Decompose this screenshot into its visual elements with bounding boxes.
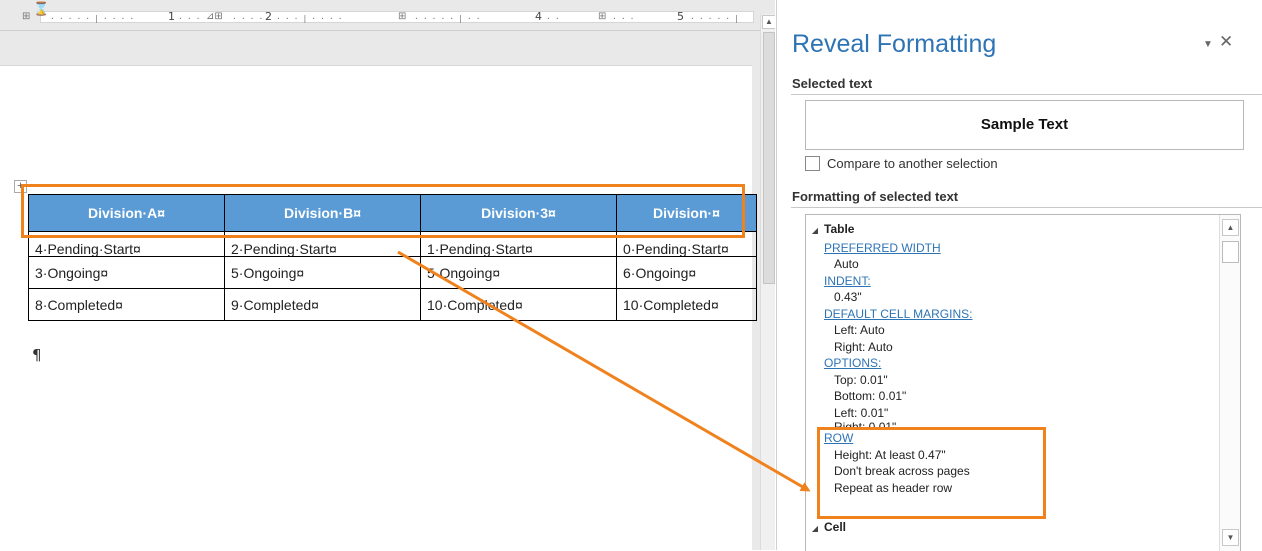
close-icon[interactable]: ✕ [1219,32,1233,52]
ruler-ticks: ···· [232,14,268,23]
table-cell[interactable]: 6·Ongoing¤ [616,256,757,289]
ruler-ticks: ·····|·· [414,14,485,23]
property-value: Top: 0.01" [834,372,888,387]
paragraph-mark: ¶ [32,346,42,364]
scroll-up-icon[interactable]: ▲ [1222,219,1239,236]
divider [791,94,1262,95]
ruler-ticks: ··· [612,14,639,23]
ruler-ticks: ·····|···· [50,14,139,23]
header-row-highlight [21,184,745,238]
table-cell[interactable]: 10·Completed¤ [420,288,617,321]
table-row[interactable]: 3·Ongoing¤ 5·Ongoing¤ 5·Ongoing¤ 6·Ongoi… [28,256,757,289]
compare-checkbox-label[interactable]: Compare to another selection [827,156,998,171]
collapse-triangle-icon[interactable]: ◢ [806,521,824,538]
horizontal-ruler[interactable]: ⊞ ⌛ ·····|···· 1 ··· ⊿⊞ ···· 2 ···|···· … [0,0,760,31]
ruler-number: 1 [168,10,175,23]
scroll-thumb[interactable] [1222,241,1239,263]
property-value: Left: Auto [834,323,885,337]
document-scrollbar[interactable]: ▲ [760,14,775,550]
column-marker-icon[interactable]: ⊞ [598,11,606,22]
ruler-ticks: ·· [546,14,564,23]
formatting-scrollbar[interactable]: ▲ ▼ [1219,215,1240,551]
pane-title: Reveal Formatting [792,30,997,58]
options-link[interactable]: OPTIONS: [824,356,881,370]
row-properties-highlight [817,427,1046,519]
property-value: Auto [834,257,859,271]
table-cell[interactable]: 10·Completed¤ [616,288,757,321]
ruler-ticks: ···|···· [276,14,347,23]
ruler-number: 2 [265,10,272,23]
section-label: Table [824,222,855,236]
column-marker-icon[interactable]: ⊞ [398,11,406,22]
compare-checkbox[interactable] [805,156,820,171]
table-cell[interactable]: 5·Ongoing¤ [420,256,617,289]
indent-marker-icon[interactable]: ⊿⊞ [206,11,223,22]
scroll-up-icon[interactable]: ▲ [762,15,775,29]
ruler-ticks: ·····| [690,14,743,23]
tab-stop-icon[interactable]: ⊞ [22,11,30,22]
property-value: Left: 0.01" [834,405,889,420]
dropdown-icon[interactable]: ▼ [1203,39,1213,50]
property-value: Right: Auto [834,339,893,354]
indent-marker-icon[interactable]: ⌛ [33,2,49,17]
default-cell-margins-link[interactable]: DEFAULT CELL MARGINS: [824,307,972,321]
scroll-down-icon[interactable]: ▼ [1222,529,1239,546]
preferred-width-link[interactable]: PREFERRED WIDTH [824,241,941,255]
table-cell[interactable]: 9·Completed¤ [224,288,421,321]
table-row[interactable]: 8·Completed¤ 9·Completed¤ 10·Completed¤ … [28,288,757,321]
ruler-number: 5 [677,10,684,23]
section-cell[interactable]: ◢ Cell [806,519,1214,538]
property-value: 0.43" [834,290,862,304]
sample-text-box[interactable]: Sample Text [805,100,1244,150]
section-label: Cell [824,520,847,534]
section-table[interactable]: ◢ Table [806,221,1214,240]
formatting-heading: Formatting of selected text [792,189,959,204]
table-cell[interactable]: 8·Completed¤ [28,288,225,321]
table-cell[interactable]: 3·Ongoing¤ [28,256,225,289]
selected-text-heading: Selected text [792,76,873,91]
ruler-track [40,11,754,23]
ruler-number: 4 [535,10,542,23]
scroll-thumb[interactable] [763,32,775,284]
document-area: ⊞ ⌛ ·····|···· 1 ··· ⊿⊞ ···· 2 ···|···· … [0,0,775,550]
collapse-triangle-icon[interactable]: ◢ [806,223,824,240]
indent-link[interactable]: INDENT: [824,274,871,288]
ruler-ticks: ··· [178,14,205,23]
divider [791,207,1262,208]
table-cell[interactable]: 5·Ongoing¤ [224,256,421,289]
property-value: Bottom: 0.01" [834,389,907,403]
